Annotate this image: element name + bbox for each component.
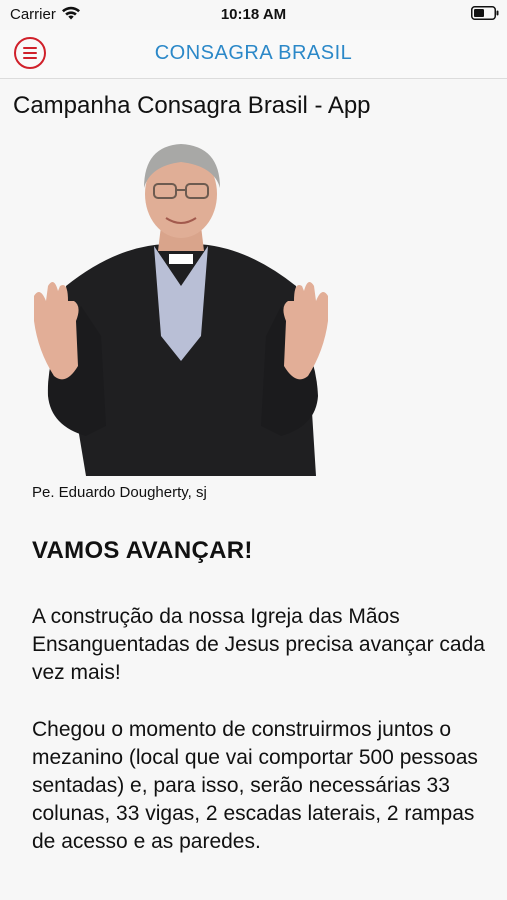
clock: 10:18 AM: [220, 6, 287, 23]
page-heading: Campanha Consagra Brasil - App: [13, 92, 371, 119]
photo-caption: Pe. Eduardo Dougherty, sj: [32, 484, 207, 501]
priest-photo: [34, 144, 328, 476]
navigation-bar: CONSAGRA BRASIL: [0, 30, 507, 79]
article-title: VAMOS AVANÇAR!: [32, 537, 253, 564]
battery-icon: [471, 6, 499, 20]
article-paragraph: Chegou o momento de construirmos juntos …: [32, 718, 478, 853]
app-title: CONSAGRA BRASIL: [154, 42, 353, 64]
status-bar: Carrier 10:18 AM: [0, 0, 507, 30]
article-paragraph: A construção da nossa Igreja das Mãos En…: [32, 605, 485, 684]
